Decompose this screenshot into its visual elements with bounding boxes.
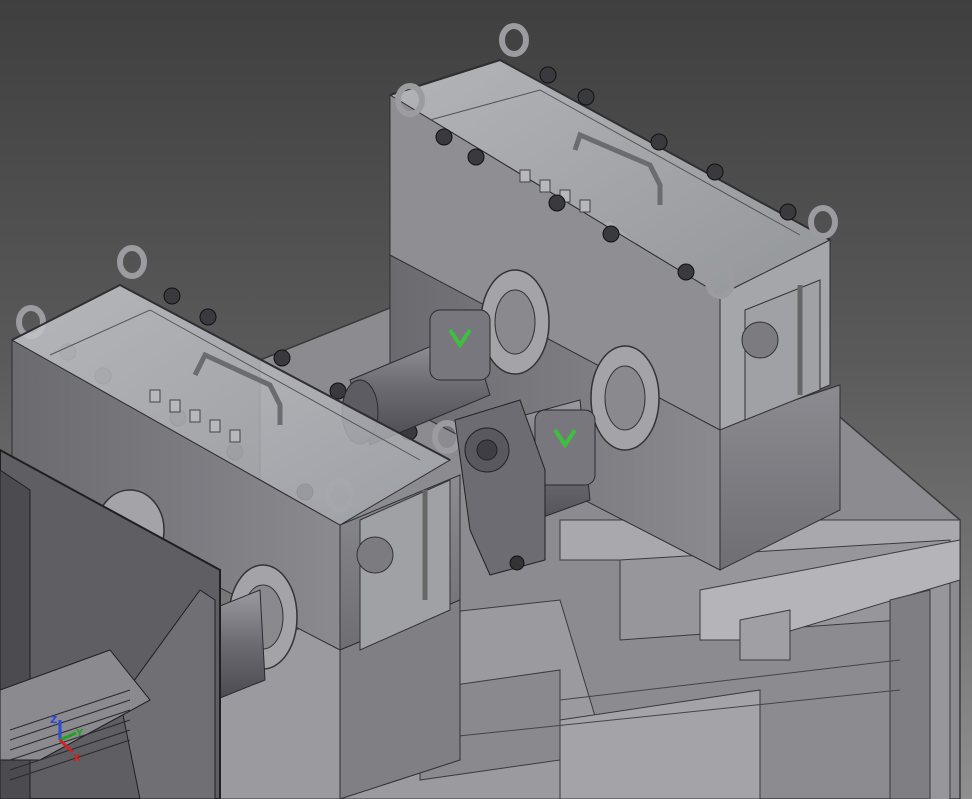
cad-viewport[interactable]: Z Y X: [0, 0, 972, 799]
z-axis-label: Z: [50, 715, 57, 726]
cad-model-render[interactable]: Z Y X: [0, 0, 972, 799]
x-axis-label: X: [73, 753, 81, 764]
y-axis-label: Y: [75, 728, 84, 739]
